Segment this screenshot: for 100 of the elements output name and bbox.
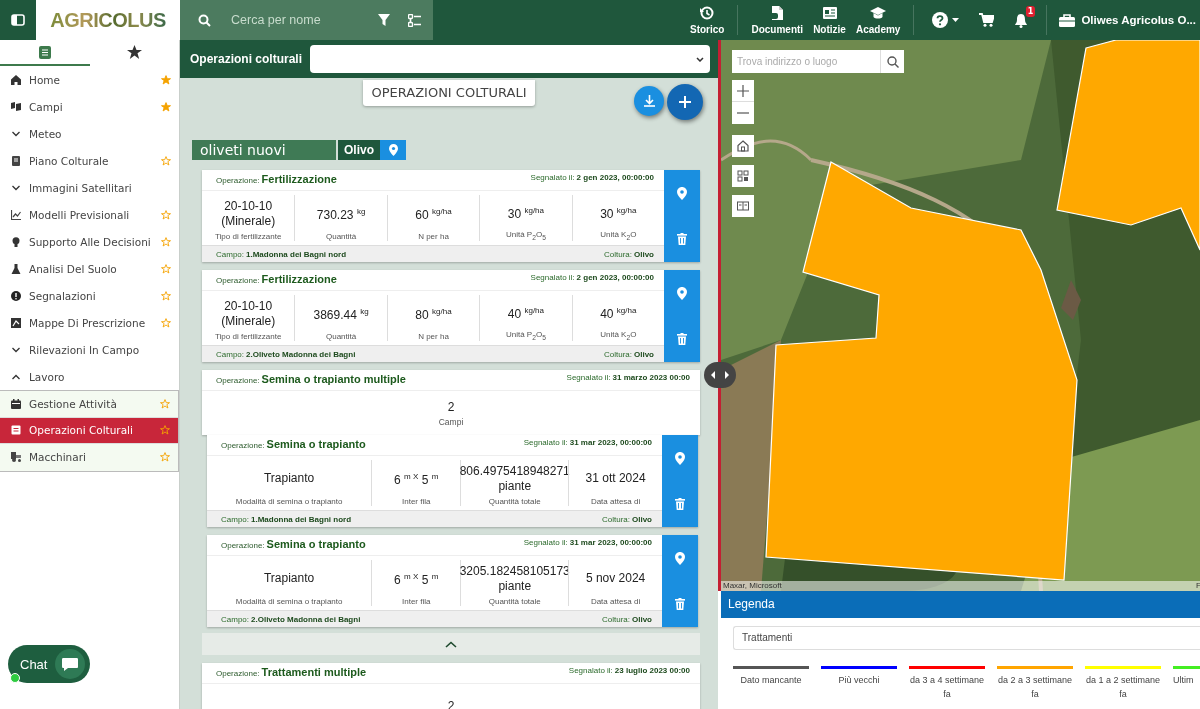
metric-value: Trapianto — [263, 471, 315, 486]
reported-date: 31 marzo 2023 00:00 — [612, 373, 690, 382]
crop-name: Olivo — [632, 614, 652, 624]
search-button[interactable] — [880, 50, 904, 73]
search-icon — [198, 13, 211, 27]
metric-value: 30 $^{kg/ha}$ — [600, 205, 637, 223]
star-icon[interactable] — [160, 425, 170, 436]
minus-icon — [737, 112, 749, 114]
map-tool-button[interactable] — [732, 195, 754, 217]
map-tool-button[interactable] — [732, 135, 754, 157]
crop-tag[interactable]: Olivo — [338, 140, 406, 160]
pin-icon — [677, 186, 687, 200]
legend-header: Legenda — [721, 591, 1200, 618]
alert-icon — [11, 290, 21, 301]
star-icon[interactable] — [161, 236, 171, 247]
sidebar-item[interactable]: Macchinari — [0, 444, 178, 471]
reported-date: 31 mar 2023, 00:00:00 — [569, 538, 652, 547]
star-icon[interactable] — [161, 101, 171, 112]
metric-caption: Inter fila — [402, 597, 431, 606]
metric-caption: N per ha — [418, 332, 449, 341]
sidebar-group[interactable]: Rilevazioni In Campo — [0, 336, 179, 363]
chevron-down-icon — [11, 130, 21, 137]
sidebar-item[interactable]: Home — [0, 66, 179, 93]
star-icon[interactable] — [161, 74, 171, 85]
layer-select[interactable]: Trattamenti — [733, 626, 1200, 650]
operation-name: Trattamenti multiple — [261, 666, 367, 678]
sidebar-item[interactable]: Gestione Attività — [0, 391, 178, 418]
reported-label: Segnalato il: — [530, 273, 575, 282]
chat-button[interactable]: Chat — [8, 645, 91, 683]
arrows-icon — [711, 371, 729, 379]
tractor-icon — [11, 452, 21, 463]
sidebar-item[interactable]: Supporto Alle Decisioni — [0, 228, 179, 255]
metric-caption: Unità K$_{2}$O — [600, 330, 637, 341]
metric-caption: Tipo di fertilizzante — [215, 232, 282, 241]
metric-value: 3869.44 $^{kg}$ — [313, 306, 369, 323]
locate-button[interactable] — [380, 140, 406, 160]
operation-label: Operazione: — [216, 276, 260, 285]
sidebar-item[interactable]: Modelli Previsionali — [0, 201, 179, 228]
chart-icon — [11, 209, 21, 220]
nav-item[interactable]: Documenti — [746, 5, 809, 35]
pin-icon — [675, 451, 685, 465]
star-icon[interactable] — [161, 155, 171, 166]
sidebar-item[interactable]: Mappe Di Prescrizione — [0, 309, 179, 336]
chevron-down-icon — [11, 346, 21, 353]
sidebar-group[interactable]: Lavoro — [0, 363, 179, 390]
trash-icon — [677, 333, 687, 345]
metric-value: 31 ott 2024 — [585, 471, 646, 486]
reported-label: Segnalato il: — [523, 438, 568, 447]
star-icon[interactable] — [161, 209, 171, 220]
add-button[interactable] — [667, 84, 703, 120]
sidebar-group[interactable]: Meteo — [0, 120, 179, 147]
pin-icon — [677, 286, 687, 300]
nav-item[interactable]: Notizie — [808, 5, 851, 35]
star-icon[interactable] — [161, 263, 171, 274]
home-icon — [11, 74, 21, 85]
list-icon — [407, 13, 421, 27]
star-icon[interactable] — [160, 398, 170, 409]
help-icon — [932, 12, 949, 28]
metric-caption: Tipo di fertilizzante — [215, 332, 282, 341]
star-icon — [126, 45, 142, 59]
reported-label: Segnalato il: — [523, 538, 568, 547]
crop-label: Coltura: — [601, 514, 630, 524]
map-tool-button[interactable] — [732, 165, 754, 187]
metric-value: Trapianto — [263, 571, 315, 586]
nav-item[interactable]: Storico — [685, 5, 730, 35]
account-button[interactable]: Oliwes Agricolus O... — [1055, 13, 1200, 27]
field-count: 2 — [447, 399, 455, 414]
sidebar-item[interactable]: Segnalazioni — [0, 282, 179, 309]
field-name: 1.Madonna dei Bagni nord — [246, 249, 347, 259]
download-button[interactable] — [634, 86, 664, 116]
metric-caption: Modalità di semina o trapianto — [235, 497, 343, 506]
notifications-button[interactable]: 1 — [1004, 5, 1039, 35]
nav-item[interactable]: Academy — [850, 5, 906, 35]
chevron-up-icon — [11, 373, 21, 380]
star-icon[interactable] — [161, 317, 171, 328]
metric-caption: Unità P$_{2}$O$_{5}$ — [505, 330, 546, 341]
metric-value: 80 $^{kg/ha}$ — [415, 306, 452, 323]
sidebar-group[interactable]: Immagini Satellitari — [0, 174, 179, 201]
legend-label: Ultim — [1173, 674, 1194, 687]
notification-badge: 1 — [1025, 6, 1036, 17]
crop-label: Coltura: — [601, 614, 630, 624]
sidebar-item[interactable]: Piano Colturale — [0, 147, 179, 174]
map-attribution: F — [1196, 581, 1200, 591]
reported-date: 23 luglio 2023 00:00 — [614, 666, 690, 675]
grid-icon — [737, 170, 749, 182]
metric-caption: Quantità — [325, 332, 357, 341]
lightbulb-icon — [11, 236, 21, 247]
star-icon[interactable] — [160, 452, 170, 463]
field-name: 2.Oliveto Madonna dei Bagni — [251, 614, 361, 624]
sidebar-item[interactable]: Campi — [0, 93, 179, 120]
legend-label: da 2 a 3 settimane fa — [997, 674, 1073, 701]
address-search-field[interactable]: Trova indirizzo o luogo — [732, 50, 880, 73]
sidebar-item[interactable]: Operazioni Colturali — [0, 417, 178, 444]
operation-name: Semina o trapianto multiple — [261, 373, 406, 385]
search-icon — [886, 55, 899, 68]
sidebar-item[interactable]: Analisi Del Suolo — [0, 255, 179, 282]
star-icon[interactable] — [161, 290, 171, 301]
field-label: Campo: — [216, 249, 244, 259]
reported-date: 2 gen 2023, 00:00:00 — [576, 173, 654, 182]
metric-value: 20-10-10 (Minerale) — [220, 198, 277, 229]
